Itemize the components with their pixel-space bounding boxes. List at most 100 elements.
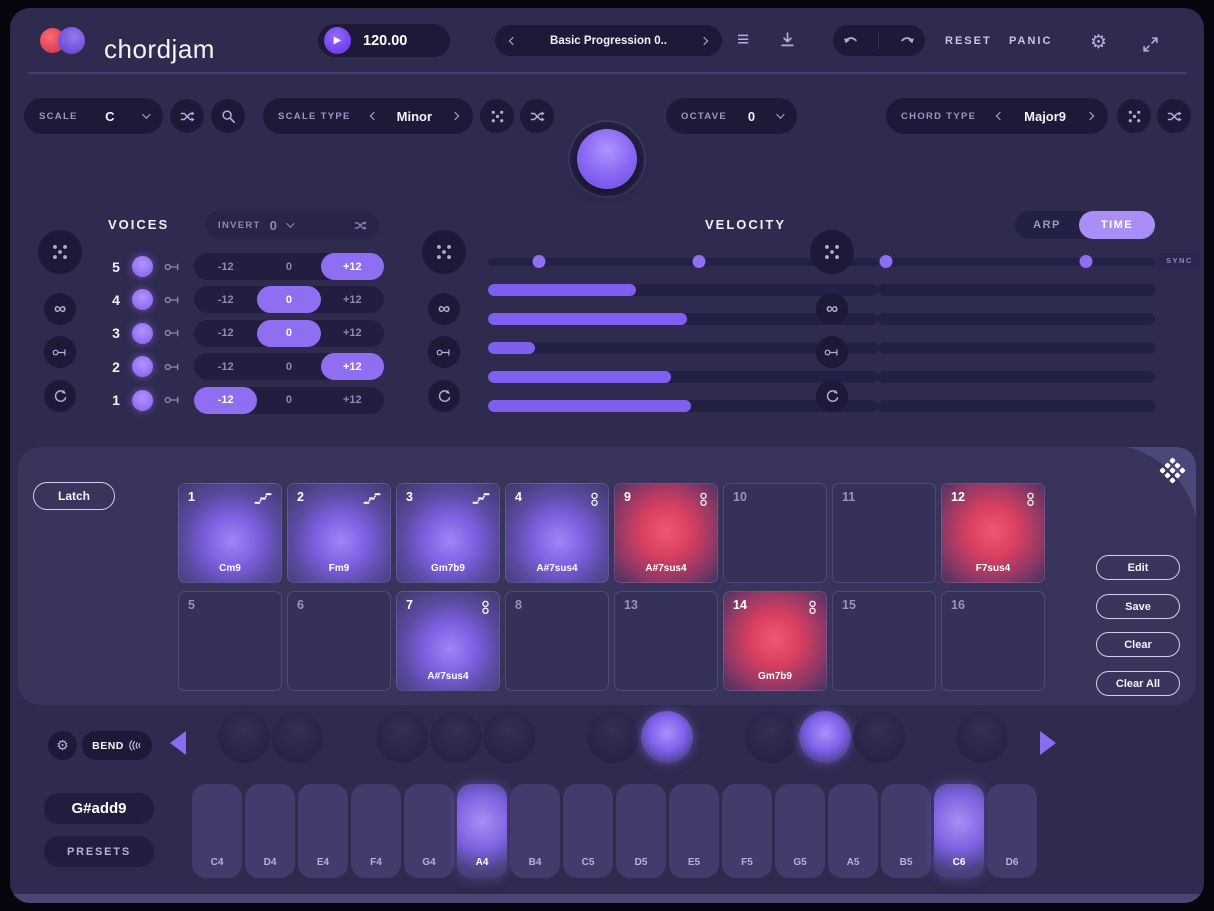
chord-pad[interactable]: 4 A#7sus4 bbox=[505, 483, 609, 583]
chord-pad[interactable]: 1 Cm9 bbox=[178, 483, 282, 583]
white-key[interactable]: A4 bbox=[457, 784, 507, 878]
preset-prev-icon[interactable] bbox=[509, 36, 517, 44]
scale-type-next-icon[interactable] bbox=[451, 112, 459, 120]
white-key[interactable]: C6 bbox=[934, 784, 984, 878]
chord-pad[interactable]: 7 A#7sus4 bbox=[396, 591, 500, 691]
voice-enable-toggle[interactable] bbox=[132, 256, 153, 277]
settings-gear-icon[interactable]: ⚙ bbox=[1090, 34, 1107, 52]
voice-enable-toggle[interactable] bbox=[132, 390, 153, 411]
time-bar-track[interactable] bbox=[878, 371, 1155, 383]
menu-icon[interactable]: ≡ bbox=[737, 30, 749, 50]
shuffle-button[interactable] bbox=[520, 99, 554, 133]
chord-randomize-button[interactable] bbox=[1117, 99, 1151, 133]
white-key[interactable]: G4 bbox=[404, 784, 454, 878]
invert-shuffle-icon[interactable] bbox=[354, 219, 367, 232]
white-key[interactable]: B4 bbox=[510, 784, 560, 878]
velocity-cycle-button[interactable] bbox=[428, 380, 460, 412]
chord-pad[interactable]: 8 bbox=[505, 591, 609, 691]
voice-link-icon[interactable] bbox=[164, 394, 181, 406]
black-key-knob[interactable] bbox=[587, 711, 639, 763]
chord-type-selector[interactable]: CHORD TYPE Major9 bbox=[886, 98, 1108, 134]
undo-icon[interactable] bbox=[843, 35, 859, 47]
transpose-minus12[interactable]: -12 bbox=[194, 286, 257, 313]
transpose-minus12[interactable]: -12 bbox=[194, 320, 257, 347]
voices-link-button[interactable] bbox=[44, 336, 76, 368]
download-icon[interactable] bbox=[779, 31, 796, 48]
chord-type-prev-icon[interactable] bbox=[996, 112, 1004, 120]
white-key[interactable]: D5 bbox=[616, 784, 666, 878]
resize-expand-icon[interactable] bbox=[1142, 36, 1159, 53]
black-key-knob[interactable] bbox=[956, 711, 1008, 763]
invert-selector[interactable]: INVERT 0 bbox=[205, 211, 380, 239]
white-key[interactable]: E5 bbox=[669, 784, 719, 878]
scale-type-prev-icon[interactable] bbox=[369, 112, 377, 120]
voices-randomize-button[interactable] bbox=[38, 230, 82, 274]
voice-enable-toggle[interactable] bbox=[132, 289, 153, 310]
time-bar-track[interactable] bbox=[878, 342, 1155, 354]
voice-link-icon[interactable] bbox=[164, 294, 181, 306]
white-key[interactable]: E4 bbox=[298, 784, 348, 878]
chord-pad[interactable]: 2 Fm9 bbox=[287, 483, 391, 583]
presets-button[interactable]: PRESETS bbox=[44, 836, 154, 867]
transpose-plus12[interactable]: +12 bbox=[321, 387, 384, 414]
sync-toggle[interactable]: SYNC bbox=[1159, 253, 1200, 268]
time-randomize-button[interactable] bbox=[810, 230, 854, 274]
transpose-plus12[interactable]: +12 bbox=[321, 320, 384, 347]
panic-button[interactable]: PANIC bbox=[1009, 35, 1052, 47]
chord-pad[interactable]: 3 Gm7b9 bbox=[396, 483, 500, 583]
black-key-knob[interactable] bbox=[641, 711, 693, 763]
arp-tab[interactable]: ARP bbox=[1015, 219, 1079, 231]
chord-type-next-icon[interactable] bbox=[1086, 112, 1094, 120]
chord-pad[interactable]: 10 bbox=[723, 483, 827, 583]
white-key[interactable]: D6 bbox=[987, 784, 1037, 878]
play-button[interactable]: ▶ bbox=[324, 27, 351, 54]
octave-selector[interactable]: OCTAVE 0 bbox=[666, 98, 797, 134]
transpose-plus12[interactable]: +12 bbox=[321, 253, 384, 280]
preset-name[interactable]: Basic Progression 0.. bbox=[550, 35, 667, 47]
redo-icon[interactable] bbox=[899, 35, 915, 47]
chord-shuffle-button[interactable] bbox=[1157, 99, 1191, 133]
velocity-slider-handle-high[interactable] bbox=[692, 255, 705, 268]
velocity-bar-track[interactable] bbox=[488, 284, 878, 296]
voice-link-icon[interactable] bbox=[164, 327, 181, 339]
time-slider-handle-high[interactable] bbox=[1079, 255, 1092, 268]
bpm-value[interactable]: 120.00 bbox=[363, 33, 407, 49]
chord-pad[interactable]: 5 bbox=[178, 591, 282, 691]
velocity-link-button[interactable] bbox=[428, 336, 460, 368]
chord-pad[interactable]: 11 bbox=[832, 483, 936, 583]
scale-detect-search-button[interactable] bbox=[211, 99, 245, 133]
clear-button[interactable]: Clear bbox=[1096, 632, 1180, 657]
white-key[interactable]: A5 bbox=[828, 784, 878, 878]
scale-type-selector[interactable]: SCALE TYPE Minor bbox=[263, 98, 473, 134]
master-knob[interactable] bbox=[568, 120, 646, 198]
black-key-knob[interactable] bbox=[271, 711, 323, 763]
save-button[interactable]: Save bbox=[1096, 594, 1180, 619]
transpose-plus12[interactable]: +12 bbox=[321, 286, 384, 313]
time-infinity-button[interactable]: ∞ bbox=[816, 293, 848, 325]
voice-link-icon[interactable] bbox=[164, 261, 181, 273]
chord-pad[interactable]: 6 bbox=[287, 591, 391, 691]
white-key[interactable]: C4 bbox=[192, 784, 242, 878]
edit-button[interactable]: Edit bbox=[1096, 555, 1180, 580]
scale-randomize-button[interactable] bbox=[170, 99, 204, 133]
transpose-zero[interactable]: 0 bbox=[257, 353, 320, 380]
time-bar-track[interactable] bbox=[878, 400, 1155, 412]
dice-randomize-button[interactable] bbox=[480, 99, 514, 133]
time-tab-active[interactable]: TIME bbox=[1079, 211, 1155, 239]
black-key-knob[interactable] bbox=[853, 711, 905, 763]
clear-all-button[interactable]: Clear All bbox=[1096, 671, 1180, 696]
transpose-minus12[interactable]: -12 bbox=[194, 253, 257, 280]
black-key-knob[interactable] bbox=[799, 711, 851, 763]
transpose-plus12[interactable]: +12 bbox=[321, 353, 384, 380]
latch-button[interactable]: Latch bbox=[33, 482, 115, 510]
white-key[interactable]: F4 bbox=[351, 784, 401, 878]
velocity-infinity-button[interactable]: ∞ bbox=[428, 293, 460, 325]
time-link-button[interactable] bbox=[816, 336, 848, 368]
black-key-knob[interactable] bbox=[483, 711, 535, 763]
voice-enable-toggle[interactable] bbox=[132, 356, 153, 377]
transpose-zero[interactable]: 0 bbox=[257, 320, 320, 347]
time-slider[interactable] bbox=[878, 258, 1155, 266]
transpose-minus12[interactable]: -12 bbox=[194, 353, 257, 380]
time-bar-track[interactable] bbox=[878, 313, 1155, 325]
chord-pad[interactable]: 16 bbox=[941, 591, 1045, 691]
